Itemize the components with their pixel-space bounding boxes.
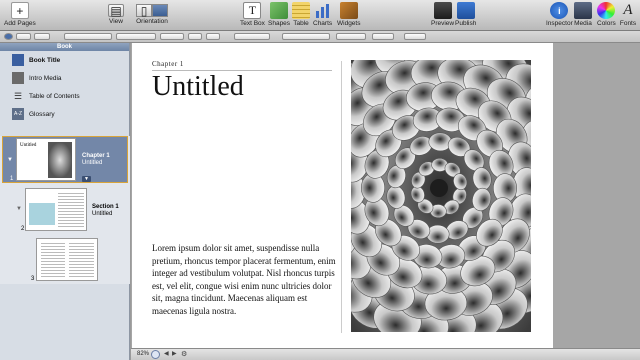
text-box-icon: T <box>243 2 262 19</box>
chapter-thumbnail[interactable]: Untitled <box>16 138 76 181</box>
chapter-subtitle: Untitled <box>82 160 103 166</box>
bold-italic-underline-buttons[interactable] <box>234 33 270 40</box>
sidebar-item-book-title[interactable]: Book Title <box>0 51 129 69</box>
format-bar <box>0 31 640 43</box>
thumbnail-image <box>29 203 55 225</box>
disclosure-triangle-icon[interactable]: ▼ <box>7 157 13 164</box>
section-page-number: 2 <box>21 226 25 232</box>
page-thumbnail[interactable] <box>36 238 98 281</box>
sidebar-item-label: Book Title <box>29 56 61 64</box>
charts-button[interactable]: Charts <box>313 2 332 27</box>
thumbnail-text <box>41 243 65 277</box>
preview-button[interactable]: Preview <box>431 2 454 27</box>
table-button[interactable]: Table <box>292 2 310 27</box>
list-icon: ☰ <box>13 90 23 101</box>
add-pages-button[interactable]: + Add Pages <box>4 2 36 27</box>
thumbnail-text <box>69 243 94 277</box>
dahlia-image <box>351 60 531 332</box>
thumbnail-text <box>58 193 84 227</box>
editing-canvas: Chapter 1 Untitled Lorem ipsum dolor sit… <box>131 43 640 348</box>
media-button[interactable]: Media <box>574 2 592 27</box>
shapes-icon <box>270 2 289 19</box>
widgets-icon <box>339 2 358 19</box>
fonts-button[interactable]: A Fonts <box>619 2 637 27</box>
back-forward-control[interactable] <box>16 33 31 40</box>
page-number: 3 <box>31 276 35 282</box>
zoom-level[interactable]: 82% <box>137 351 149 357</box>
media-icon <box>574 2 592 19</box>
chapter-title: Chapter 1 <box>82 153 110 159</box>
paragraph-style-select[interactable] <box>64 33 112 40</box>
petal-shape <box>426 224 450 244</box>
petal-shape <box>428 132 452 152</box>
book-icon <box>12 54 24 66</box>
preview-icon <box>433 2 452 19</box>
widgets-button[interactable]: Widgets <box>337 2 360 27</box>
style-toggle[interactable] <box>34 33 50 40</box>
section-title: Section 1 <box>92 204 119 210</box>
page-nav-back-icon[interactable]: ◀ <box>164 350 169 357</box>
table-icon <box>292 2 310 19</box>
status-bar: 82% ◀ ▶ ⚙ <box>131 348 640 360</box>
sidebar-item-glossary[interactable]: A-Z Glossary <box>0 105 129 123</box>
portrait-icon[interactable]: ▯ <box>136 4 152 18</box>
alignment-buttons[interactable] <box>282 33 330 40</box>
columns-select[interactable] <box>372 33 394 40</box>
page-nav-forward-icon[interactable]: ▶ <box>172 350 177 357</box>
thumbnail-image <box>48 142 72 178</box>
typeface-select[interactable] <box>160 33 184 40</box>
sidebar-item-label: Table of Contents <box>29 92 80 100</box>
shapes-button[interactable]: Shapes <box>268 2 290 27</box>
sidebar-item-intro-media[interactable]: Intro Media <box>0 69 129 87</box>
view-icon: ▤ <box>108 4 124 18</box>
color-wheel-icon <box>597 2 616 19</box>
font-size-stepper[interactable] <box>206 33 220 40</box>
az-icon: A-Z <box>12 108 24 120</box>
book-page: Chapter 1 Untitled Lorem ipsum dolor sit… <box>132 43 553 348</box>
page-title[interactable]: Untitled <box>152 71 244 103</box>
font-size-field[interactable] <box>188 33 202 40</box>
text-box-button[interactable]: T Text Box <box>240 2 265 27</box>
chapter-page-number: 1 <box>10 176 14 182</box>
sidebar-item-table-of-contents[interactable]: ☰ Table of Contents <box>0 87 129 105</box>
paragraph-style-button[interactable] <box>4 33 13 40</box>
body-text[interactable]: Lorem ipsum dolor sit amet, suspendisse … <box>152 242 342 317</box>
gear-icon[interactable]: ⚙ <box>181 350 187 358</box>
section-subtitle: Untitled <box>92 211 113 217</box>
chapter-menu-button[interactable]: ▼ <box>82 176 91 182</box>
colors-button[interactable]: Colors <box>597 2 616 27</box>
flower-photo[interactable] <box>351 60 531 332</box>
sidebar-header: Book <box>0 43 129 51</box>
view-button[interactable]: ▤ View <box>108 2 124 25</box>
disclosure-triangle-icon[interactable]: ▼ <box>16 206 22 213</box>
toolbar: + Add Pages ▤ View ▯ Orientation T Text … <box>0 0 640 31</box>
add-page-icon: + <box>10 2 29 19</box>
book-sidebar: Book Book Title Intro Media ☰ Table of C… <box>0 43 130 360</box>
ibooks-author-window: + Add Pages ▤ View ▯ Orientation T Text … <box>0 0 640 360</box>
orientation-control[interactable]: ▯ Orientation <box>136 2 168 25</box>
sidebar-item-label: Intro Media <box>29 74 62 82</box>
publish-icon <box>456 2 475 19</box>
section-thumbnail[interactable] <box>25 188 87 231</box>
thumbnail-title: Untitled <box>20 143 37 148</box>
list-style-select[interactable] <box>404 33 426 40</box>
media-icon <box>12 72 24 84</box>
publish-button[interactable]: Publish <box>455 2 476 27</box>
info-icon: i <box>550 2 569 19</box>
landscape-icon[interactable] <box>152 4 168 17</box>
charts-icon <box>314 2 332 19</box>
inspector-button[interactable]: i Inspector <box>546 2 573 27</box>
font-family-select[interactable] <box>116 33 156 40</box>
line-spacing-select[interactable] <box>336 33 366 40</box>
font-icon: A <box>623 2 633 18</box>
sidebar-item-label: Glossary <box>29 110 55 118</box>
zoom-cursor-icon[interactable] <box>151 350 160 359</box>
chapter-label[interactable]: Chapter 1 <box>152 60 184 68</box>
